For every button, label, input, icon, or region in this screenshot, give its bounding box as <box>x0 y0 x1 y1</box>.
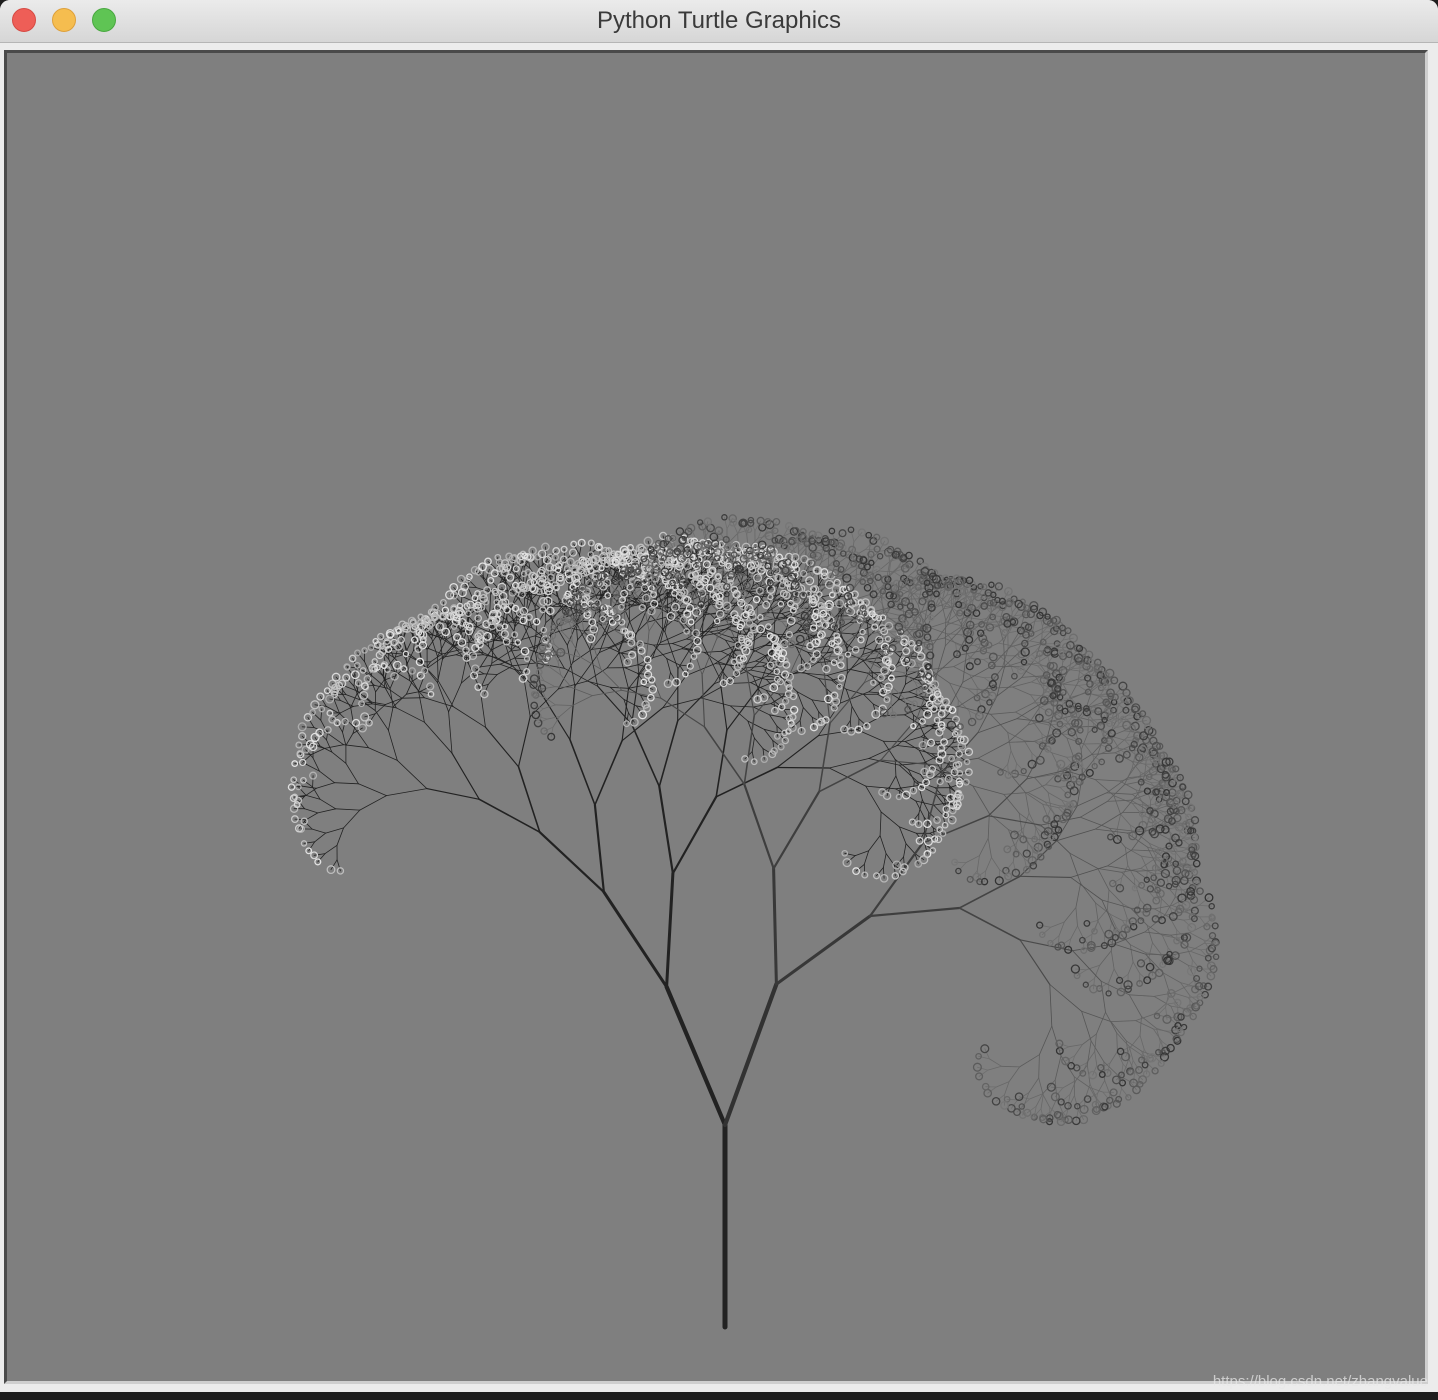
turtle-canvas[interactable] <box>4 50 1428 1384</box>
fractal-tree-drawing <box>287 514 1220 1330</box>
window-title: Python Turtle Graphics <box>596 7 842 34</box>
watermark-text: https://blog.csdn.net/zhangvalue <box>1212 1373 1428 1390</box>
title-bar[interactable]: Python Turtle Graphics <box>0 0 1438 43</box>
turtle-window: Python Turtle Graphics <box>0 0 1438 1392</box>
tree-leaves <box>287 514 1220 1127</box>
